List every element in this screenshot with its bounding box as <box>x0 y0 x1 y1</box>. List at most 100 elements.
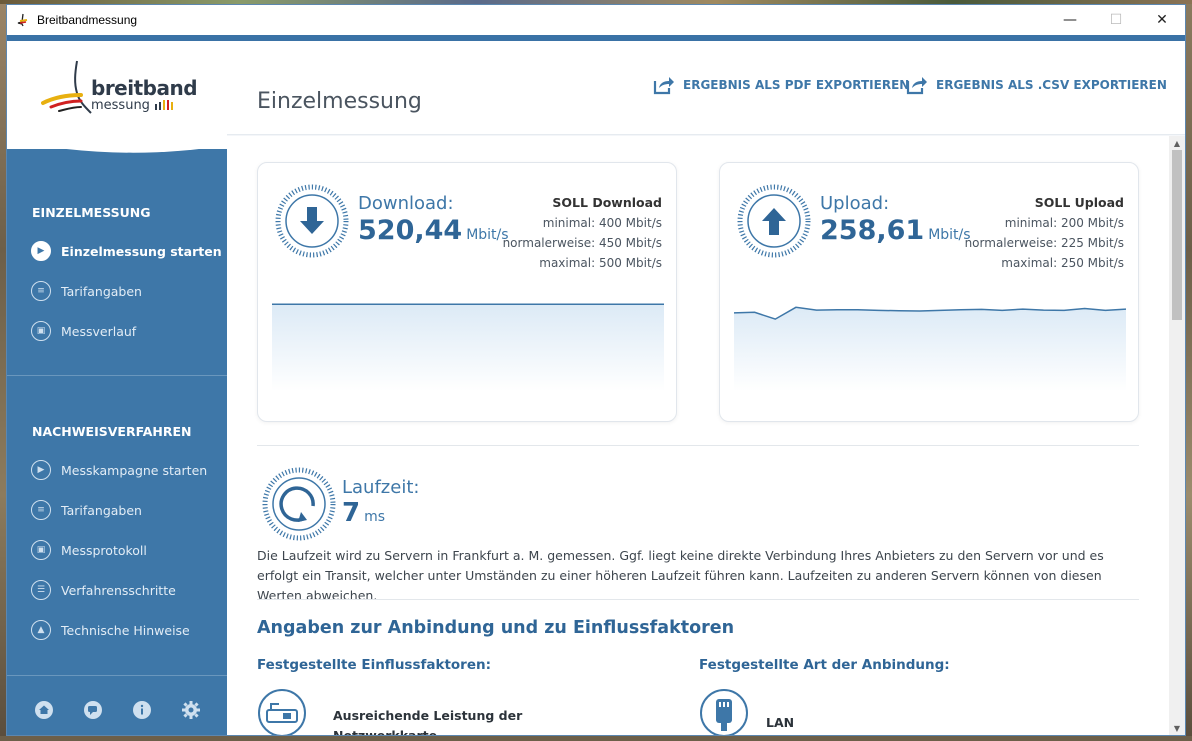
sidebar-item-label: Tarifangaben <box>61 502 142 518</box>
nav-section-einzelmessung: EINZELMESSUNG <box>32 205 151 220</box>
vertical-scrollbar[interactable]: ▲ ▼ <box>1169 136 1185 735</box>
soll-upload-title: SOLL Upload <box>1034 195 1124 210</box>
gear-icon[interactable] <box>180 699 202 721</box>
export-pdf-label: ERGEBNIS ALS PDF EXPORTIEREN <box>683 78 910 92</box>
soll-download-normal: normalerweise: 450 Mbit/s <box>502 236 662 250</box>
logo-text-messung: messung <box>91 98 150 113</box>
tariff-icon: ≡ <box>31 500 51 520</box>
app-icon <box>15 12 31 28</box>
nav-section-nachweisverfahren: NACHWEISVERFAHREN <box>32 424 192 439</box>
sidebar-item-messprotokoll[interactable]: ▣ Messprotokoll <box>31 538 147 562</box>
sidebar-item-label: Verfahrensschritte <box>61 582 176 598</box>
page-title: Einzelmessung <box>257 89 422 114</box>
tariff-icon: ≡ <box>31 281 51 301</box>
upload-card: Upload: 258,61 Mbit/s SOLL Upload minimal… <box>719 162 1139 422</box>
download-chart <box>272 303 664 391</box>
play-icon: ▶ <box>31 460 51 480</box>
upload-value-row: 258,61 Mbit/s <box>820 215 971 246</box>
soll-upload-max: maximal: 250 Mbit/s <box>1001 256 1124 270</box>
divider <box>257 445 1139 446</box>
desktop-background-bottom <box>0 736 1192 741</box>
upload-gauge-icon <box>737 184 811 258</box>
latency-value-row: 7 ms <box>342 498 385 528</box>
export-pdf-button[interactable]: ERGEBNIS ALS PDF EXPORTIEREN <box>653 75 909 95</box>
scroll-content: Download: 520,44 Mbit/s SOLL Download min… <box>227 136 1169 735</box>
title-bar[interactable]: Breitbandmessung — ☐ ✕ <box>7 5 1185 35</box>
chat-icon[interactable] <box>82 699 104 721</box>
sidebar-divider-bottom <box>7 675 227 676</box>
factor-network-card: Ausreichende Leistung der Netzwerkkarte <box>333 708 523 735</box>
maximize-button[interactable]: ☐ <box>1093 5 1139 35</box>
download-card: Download: 520,44 Mbit/s SOLL Download min… <box>257 162 677 422</box>
download-gauge-icon <box>275 184 349 258</box>
export-icon <box>906 77 927 95</box>
upload-label: Upload: <box>820 193 890 214</box>
warning-icon: ▲ <box>31 620 51 640</box>
divider <box>257 599 1139 600</box>
export-csv-label: ERGEBNIS ALS .CSV EXPORTIEREN <box>936 78 1167 92</box>
sidebar-bottom-icons <box>7 699 227 721</box>
lan-icon <box>700 689 748 735</box>
home-icon[interactable] <box>33 699 55 721</box>
info-icon[interactable] <box>131 699 153 721</box>
soll-download-max: maximal: 500 Mbit/s <box>539 256 662 270</box>
app-content: breitband messung EINZELMESSUNG ▶ Einzel… <box>7 41 1185 735</box>
latency-unit: ms <box>364 509 386 525</box>
sidebar-item-label: Tarifangaben <box>61 283 142 299</box>
app-window: Breitbandmessung — ☐ ✕ breitband messung <box>6 4 1186 736</box>
steps-icon: ☰ <box>31 580 51 600</box>
sidebar-item-tarifangaben[interactable]: ≡ Tarifangaben <box>31 279 142 303</box>
desktop-background-right <box>1186 4 1192 741</box>
latency-note: Die Laufzeit wird zu Servern in Frankfur… <box>257 548 1104 603</box>
soll-download: SOLL Download minimal: 400 Mbit/s normal… <box>503 193 662 273</box>
main-panel: Einzelmessung ERGEBNIS ALS PDF EXPORTIER… <box>227 41 1185 735</box>
sidebar-item-messkampagne-starten[interactable]: ▶ Messkampagne starten <box>31 458 207 482</box>
sidebar-item-messverlauf[interactable]: ▣ Messverlauf <box>31 319 136 343</box>
sidebar-item-verfahrensschritte[interactable]: ☰ Verfahrensschritte <box>31 578 176 602</box>
logo-curve <box>7 121 227 153</box>
page-header: Einzelmessung ERGEBNIS ALS PDF EXPORTIER… <box>227 41 1185 135</box>
soll-upload: SOLL Upload minimal: 200 Mbit/s normaler… <box>965 193 1124 273</box>
sidebar-item-tarifangaben-2[interactable]: ≡ Tarifangaben <box>31 498 142 522</box>
network-card-icon <box>258 689 306 735</box>
close-button[interactable]: ✕ <box>1139 5 1185 35</box>
close-icon: ✕ <box>1156 12 1168 28</box>
upload-value: 258,61 <box>820 215 925 246</box>
protocol-icon: ▣ <box>31 540 51 560</box>
soll-upload-normal: normalerweise: 225 Mbit/s <box>964 236 1124 250</box>
export-icon <box>653 77 674 95</box>
upload-chart <box>734 306 1126 391</box>
history-icon: ▣ <box>31 321 51 341</box>
export-csv-button[interactable]: ERGEBNIS ALS .CSV EXPORTIEREN <box>906 75 1167 95</box>
minimize-icon: — <box>1063 12 1077 28</box>
sidebar-divider <box>7 375 227 376</box>
play-icon: ▶ <box>31 241 51 261</box>
factors-heading: Festgestellte Einflussfaktoren: <box>257 657 492 673</box>
sidebar: breitband messung EINZELMESSUNG ▶ Einzel… <box>7 41 227 735</box>
sidebar-item-label: Messverlauf <box>61 323 137 339</box>
scroll-down-icon[interactable]: ▼ <box>1169 721 1185 735</box>
latency-value: 7 <box>342 498 361 528</box>
connection-type-lan: LAN <box>766 715 795 730</box>
sidebar-item-label: Technische Hinweise <box>61 622 190 638</box>
sidebar-item-label: Einzelmessung starten <box>61 243 222 259</box>
sidebar-item-technische-hinweise[interactable]: ▲ Technische Hinweise <box>31 618 190 642</box>
download-value-row: 520,44 Mbit/s <box>358 215 509 246</box>
logo-bars-icon <box>155 100 173 110</box>
scroll-up-icon[interactable]: ▲ <box>1169 136 1185 150</box>
soll-download-title: SOLL Download <box>552 195 662 210</box>
maximize-icon: ☐ <box>1109 12 1123 28</box>
upload-chart-area <box>734 307 1126 391</box>
minimize-button[interactable]: — <box>1047 5 1093 35</box>
sidebar-item-label: Messprotokoll <box>61 542 147 558</box>
soll-download-min: minimal: 400 Mbit/s <box>542 216 662 230</box>
download-value: 520,44 <box>358 215 463 246</box>
download-label: Download: <box>358 193 454 214</box>
sidebar-item-einzelmessung-starten[interactable]: ▶ Einzelmessung starten <box>31 239 222 263</box>
logo-text-breitband: breitband <box>91 76 198 100</box>
connection-heading: Angaben zur Anbindung und zu Einflussfak… <box>257 618 735 638</box>
latency-gauge-icon <box>262 467 336 541</box>
sidebar-item-label: Messkampagne starten <box>61 462 208 478</box>
scroll-thumb[interactable] <box>1172 150 1182 320</box>
latency-label: Laufzeit: <box>342 477 420 498</box>
